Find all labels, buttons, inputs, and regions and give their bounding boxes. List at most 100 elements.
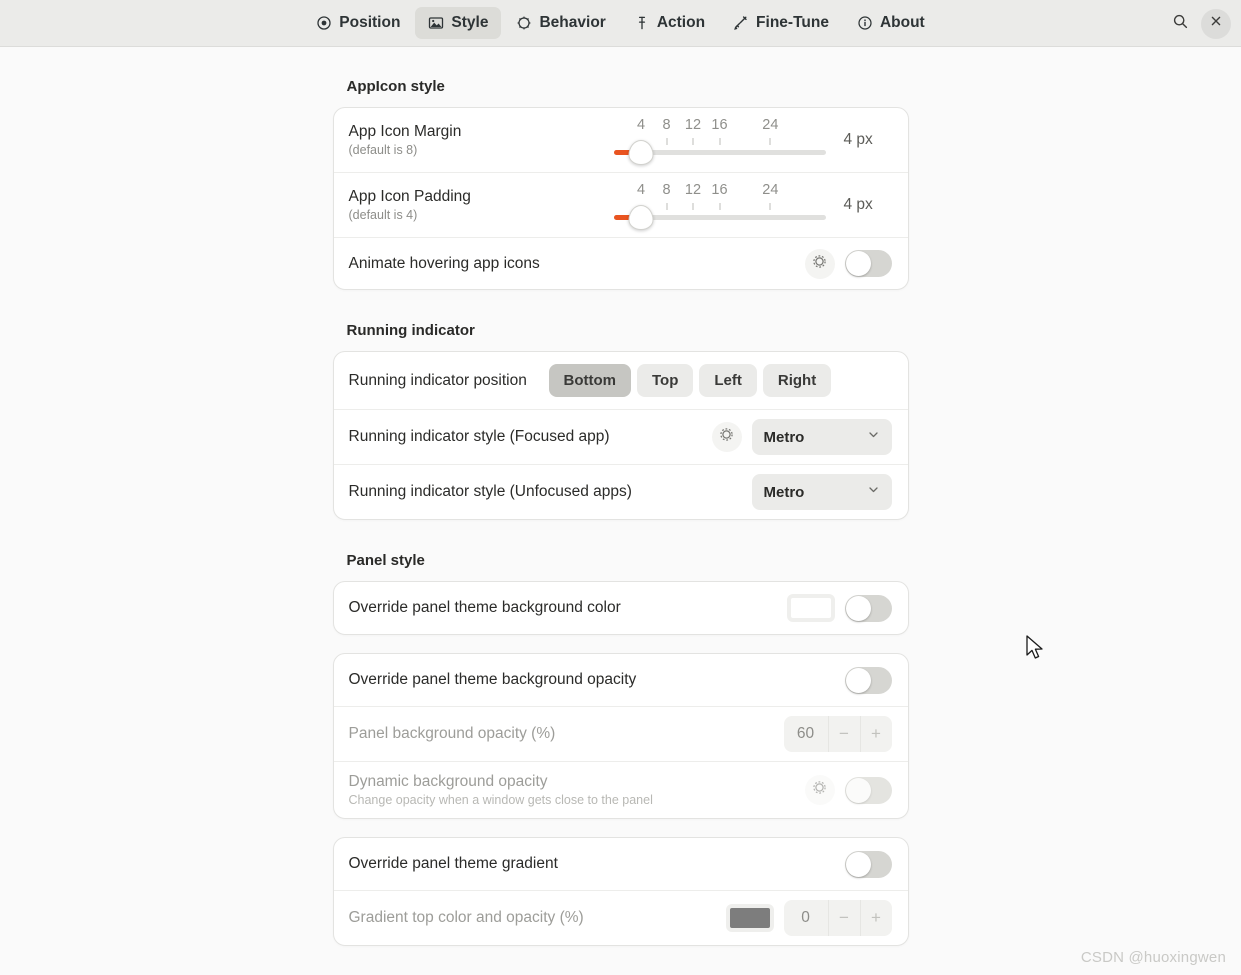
- slider-handle[interactable]: [628, 205, 654, 230]
- row-title: Running indicator style (Focused app): [348, 428, 610, 446]
- tab-about[interactable]: About: [844, 7, 938, 39]
- row-running-indicator-position: Running indicator position Bottom Top Le…: [334, 352, 908, 409]
- row-label-group: Gradient top color and opacity (%): [349, 908, 716, 927]
- card-appicon: App Icon Margin (default is 8) 4 8 12 16…: [332, 107, 909, 290]
- group-title-panel-style: Panel style: [346, 552, 425, 569]
- running-indicator-position-segmented: Bottom Top Left Right: [548, 364, 832, 397]
- tab-style[interactable]: Style: [415, 7, 502, 39]
- close-button[interactable]: [1201, 8, 1231, 39]
- seg-right[interactable]: Right: [762, 364, 832, 397]
- row-control: [844, 850, 892, 878]
- tab-label: Behavior: [539, 14, 606, 31]
- row-label-group: Dynamic background opacity Change opacit…: [349, 772, 795, 809]
- row-title: Panel background opacity (%): [348, 725, 556, 743]
- card-panel-gradient: Override panel theme gradient Gradient t…: [332, 837, 909, 946]
- app-icon-padding-slider[interactable]: 4 8 12 16 24: [613, 182, 826, 230]
- gear-icon: [811, 253, 828, 275]
- reset-dynamic-opacity-button[interactable]: [804, 775, 835, 805]
- row-label-group: Override panel theme gradient: [349, 854, 835, 873]
- row-title: App Icon Padding: [348, 187, 471, 205]
- toggle-override-bg-opacity[interactable]: [844, 666, 892, 694]
- reset-indicator-style-focused-button[interactable]: [711, 422, 742, 452]
- dropdown-indicator-style-focused[interactable]: Metro: [751, 419, 892, 455]
- row-app-icon-padding: App Icon Padding (default is 4) 4 8 12 1…: [333, 172, 908, 237]
- seg-left[interactable]: Left: [699, 364, 757, 397]
- dropdown-value: Metro: [763, 428, 805, 446]
- row-animate-hovering: Animate hovering app icons: [333, 237, 908, 289]
- toggle-dynamic-bg-opacity[interactable]: [844, 776, 892, 804]
- row-control: Metro: [711, 419, 892, 455]
- app-icon-padding-value: 4 px: [843, 196, 873, 213]
- tab-label: About: [879, 14, 925, 31]
- color-swatch-gradient-top[interactable]: [725, 904, 774, 932]
- row-running-indicator-style-unfocused: Running indicator style (Unfocused apps)…: [333, 464, 908, 519]
- spinner-panel-bg-opacity[interactable]: 60 − +: [783, 716, 892, 752]
- toggle-override-bg-color[interactable]: [844, 594, 892, 622]
- tab-position[interactable]: Position: [303, 7, 413, 39]
- chevron-down-icon: [867, 483, 880, 501]
- search-icon: [1172, 13, 1189, 35]
- app-icon-margin-value: 4 px: [843, 131, 873, 148]
- slider-tick: [769, 138, 771, 145]
- slider-mark: 24: [762, 182, 779, 198]
- slider-mark: 12: [684, 182, 702, 198]
- row-dynamic-bg-opacity: Dynamic background opacity Change opacit…: [333, 761, 908, 818]
- chevron-down-icon: [867, 428, 880, 446]
- dropdown-value: Metro: [763, 483, 805, 501]
- slider-tick: [719, 138, 720, 145]
- seg-top[interactable]: Top: [637, 364, 694, 397]
- row-label-group: Panel background opacity (%): [349, 724, 774, 743]
- wrench-icon: [733, 15, 749, 31]
- row-subtitle: Change opacity when a window gets close …: [348, 792, 653, 807]
- slider-mark: 8: [662, 182, 671, 198]
- toggle-knob: [845, 595, 871, 621]
- slider-handle[interactable]: [628, 140, 654, 165]
- row-running-indicator-style-focused: Running indicator style (Focused app) Me…: [333, 409, 908, 464]
- slider-mark: 4: [637, 117, 646, 133]
- slider-mark: 16: [711, 182, 728, 198]
- card-panel-bg-opacity: Override panel theme background opacity …: [332, 653, 909, 819]
- row-title: Gradient top color and opacity (%): [348, 909, 584, 927]
- card-panel-bg-color: Override panel theme background color: [332, 581, 909, 635]
- tab-behavior[interactable]: Behavior: [503, 7, 618, 39]
- content-area: AppIcon style App Icon Margin (default i…: [0, 47, 1241, 975]
- color-swatch-panel-bg[interactable]: [786, 594, 835, 622]
- reset-animate-hovering-button[interactable]: [804, 248, 835, 279]
- row-label-group: Running indicator position: [349, 371, 539, 390]
- action-icon: [634, 15, 650, 31]
- tab-fine-tune[interactable]: Fine-Tune: [720, 7, 842, 39]
- row-override-bg-color: Override panel theme background color: [334, 582, 908, 634]
- slider-tick: [719, 203, 720, 210]
- row-title: Running indicator style (Unfocused apps): [348, 483, 632, 501]
- row-subtitle: (default is 8): [348, 142, 418, 157]
- image-icon: [428, 15, 444, 31]
- toggle-knob: [845, 851, 871, 877]
- tab-label: Position: [339, 14, 401, 31]
- slider-mark: 8: [662, 117, 671, 133]
- row-control: 4 8 12 16 24 4 px: [613, 117, 892, 165]
- row-title: Override panel theme background color: [348, 599, 621, 617]
- row-gradient-top-color: Gradient top color and opacity (%) 0 − +: [333, 890, 908, 945]
- spinner-value: 0: [801, 909, 810, 926]
- spinner-increment-button[interactable]: +: [859, 716, 892, 752]
- position-icon: [316, 15, 332, 31]
- spinner-gradient-top-opacity[interactable]: 0 − +: [783, 900, 892, 936]
- slider-mark: 24: [762, 117, 779, 133]
- spinner-decrement-button[interactable]: −: [827, 900, 860, 936]
- app-icon-margin-slider[interactable]: 4 8 12 16 24: [613, 117, 826, 165]
- spinner-decrement-button[interactable]: −: [827, 716, 860, 752]
- slider-tick: [666, 203, 667, 210]
- row-control: 60 − +: [783, 716, 892, 752]
- slider-mark: 16: [711, 117, 728, 133]
- spinner-value: 60: [796, 725, 815, 742]
- behavior-icon: [516, 15, 532, 31]
- toggle-animate-hovering[interactable]: [844, 250, 892, 277]
- dropdown-indicator-style-unfocused[interactable]: Metro: [751, 474, 892, 510]
- toggle-override-gradient[interactable]: [844, 850, 892, 878]
- search-button[interactable]: [1165, 9, 1195, 39]
- row-control: Bottom Top Left Right: [548, 364, 832, 397]
- tab-action[interactable]: Action: [621, 7, 718, 39]
- spinner-increment-button[interactable]: +: [859, 900, 892, 936]
- seg-bottom[interactable]: Bottom: [548, 364, 631, 397]
- row-label-group: Animate hovering app icons: [349, 254, 795, 273]
